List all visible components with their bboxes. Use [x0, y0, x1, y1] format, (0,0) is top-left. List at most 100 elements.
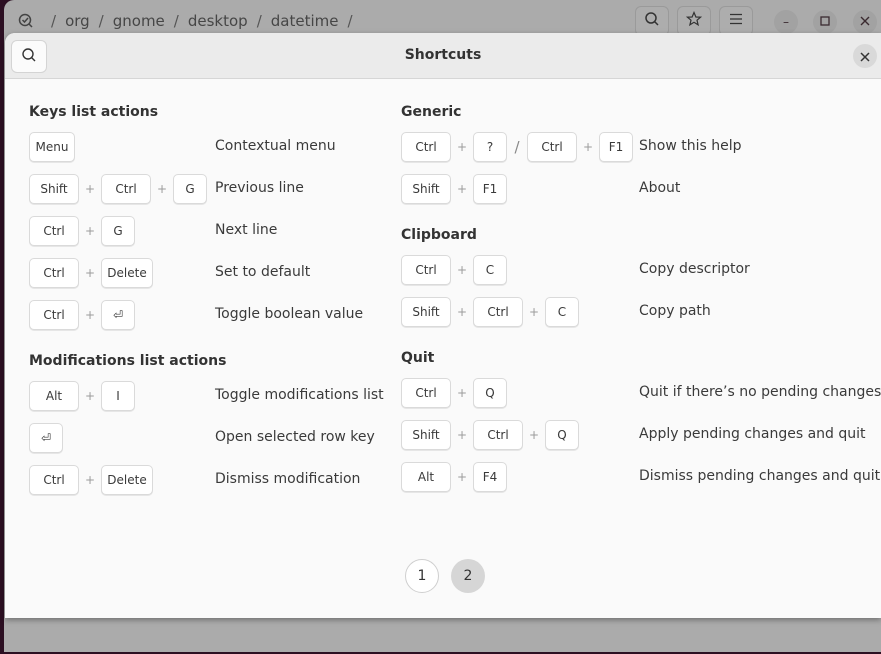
key-cap: Alt — [401, 462, 451, 492]
shortcut-row: Alt + F4 — [401, 462, 507, 492]
key-cap: Ctrl — [29, 216, 79, 246]
shortcut-label: Show this help — [639, 138, 742, 154]
shortcut-row: Menu — [29, 132, 75, 162]
plus-separator: + — [84, 308, 96, 322]
shortcut-label: Toggle modifications list — [215, 387, 384, 403]
breadcrumb-gnome[interactable]: gnome — [113, 12, 165, 30]
shortcut-row: Ctrl + C — [401, 255, 507, 285]
shortcut-label: Toggle boolean value — [215, 306, 364, 322]
shortcut-label: Contextual menu — [215, 138, 336, 154]
section-title-modifications-list: Modifications list actions — [29, 353, 227, 369]
key-cap: Ctrl — [401, 255, 451, 285]
menu-icon — [728, 11, 744, 31]
shortcut-row: Shift + Ctrl + C — [401, 297, 579, 327]
minimize-button[interactable]: – — [774, 10, 798, 34]
return-key-icon: ⏎ — [101, 300, 135, 330]
shortcut-row: Ctrl + ⏎ — [29, 300, 135, 330]
window-close-button[interactable] — [853, 10, 877, 34]
key-cap: G — [173, 174, 207, 204]
plus-separator: + — [582, 140, 594, 154]
plus-separator: + — [456, 386, 468, 400]
page-button-2[interactable]: 2 — [451, 559, 485, 593]
key-cap: I — [101, 381, 135, 411]
maximize-button[interactable] — [813, 10, 837, 34]
key-cap: Ctrl — [29, 258, 79, 288]
plus-separator: + — [528, 305, 540, 319]
key-cap: Shift — [29, 174, 79, 204]
dialog-header: Shortcuts — [5, 33, 881, 79]
key-cap: Menu — [29, 132, 75, 162]
shortcut-label: Next line — [215, 222, 278, 238]
section-title-keys-list: Keys list actions — [29, 104, 159, 120]
plus-separator: + — [456, 305, 468, 319]
plus-separator: + — [156, 182, 168, 196]
key-cap: Delete — [101, 258, 153, 288]
dialog-title: Shortcuts — [404, 47, 482, 63]
maximize-icon — [820, 15, 830, 29]
plus-separator: + — [456, 428, 468, 442]
breadcrumb-separator: / — [173, 12, 179, 30]
key-cap: F1 — [599, 132, 633, 162]
section-title-generic: Generic — [401, 104, 462, 120]
dialog-close-button[interactable] — [853, 44, 877, 68]
shortcut-row: Shift + Ctrl + Q — [401, 420, 579, 450]
page-button-1[interactable]: 1 — [405, 559, 439, 593]
shortcut-row: Ctrl + ? / Ctrl + F1 — [401, 132, 633, 162]
plus-separator: + — [456, 470, 468, 484]
shortcut-label: Quit if there’s no pending changes — [639, 384, 881, 400]
breadcrumb-separator: / — [98, 12, 104, 30]
search-button[interactable] — [635, 6, 669, 36]
key-cap: Alt — [29, 381, 79, 411]
key-cap: Ctrl — [401, 132, 451, 162]
breadcrumb-separator: / — [256, 12, 262, 30]
plus-separator: + — [456, 140, 468, 154]
key-cap: C — [545, 297, 579, 327]
minimize-icon: – — [783, 15, 789, 29]
key-cap: Ctrl — [401, 378, 451, 408]
key-cap: Ctrl — [29, 300, 79, 330]
search-icon — [644, 11, 660, 31]
breadcrumb-org[interactable]: org — [65, 12, 90, 30]
shortcut-label: Copy path — [639, 303, 711, 319]
shortcut-label: Apply pending changes and quit — [639, 426, 866, 442]
plus-separator: + — [528, 428, 540, 442]
key-cap: Q — [545, 420, 579, 450]
shortcut-label: Previous line — [215, 180, 304, 196]
key-cap: Ctrl — [527, 132, 577, 162]
plus-separator: + — [84, 224, 96, 238]
plus-separator: + — [456, 263, 468, 277]
shortcut-label: Open selected row key — [215, 429, 375, 445]
breadcrumb-desktop[interactable]: desktop — [188, 12, 248, 30]
plus-separator: + — [84, 473, 96, 487]
key-cap: Ctrl — [473, 420, 523, 450]
plus-separator: + — [456, 182, 468, 196]
alternative-separator: / — [514, 138, 520, 156]
section-title-quit: Quit — [401, 350, 435, 366]
breadcrumb: / org / gnome / desktop / datetime / — [18, 12, 362, 30]
key-cap: F1 — [473, 174, 507, 204]
shortcut-row: Ctrl + Delete — [29, 258, 153, 288]
key-cap: Ctrl — [101, 174, 151, 204]
plus-separator: + — [84, 266, 96, 280]
plus-separator: + — [84, 389, 96, 403]
shortcut-row: Ctrl + Delete — [29, 465, 153, 495]
key-cap: F4 — [473, 462, 507, 492]
shortcut-label: Dismiss pending changes and quit — [639, 468, 881, 484]
key-cap: C — [473, 255, 507, 285]
breadcrumb-separator: / — [51, 12, 57, 30]
shortcut-row: Ctrl + Q — [401, 378, 507, 408]
main-menu-button[interactable] — [719, 6, 753, 36]
key-cap: Shift — [401, 420, 451, 450]
shortcut-row: Shift + F1 — [401, 174, 507, 204]
key-cap: Shift — [401, 174, 451, 204]
section-title-clipboard: Clipboard — [401, 227, 477, 243]
key-cap: Q — [473, 378, 507, 408]
bookmark-button[interactable] — [677, 6, 711, 36]
shortcut-row: Ctrl + G — [29, 216, 135, 246]
shortcut-label: Dismiss modification — [215, 471, 361, 487]
key-cap: Ctrl — [29, 465, 79, 495]
shortcut-label: Copy descriptor — [639, 261, 750, 277]
star-icon — [685, 10, 703, 31]
shortcut-row: Shift + Ctrl + G — [29, 174, 207, 204]
breadcrumb-datetime[interactable]: datetime — [271, 12, 339, 30]
